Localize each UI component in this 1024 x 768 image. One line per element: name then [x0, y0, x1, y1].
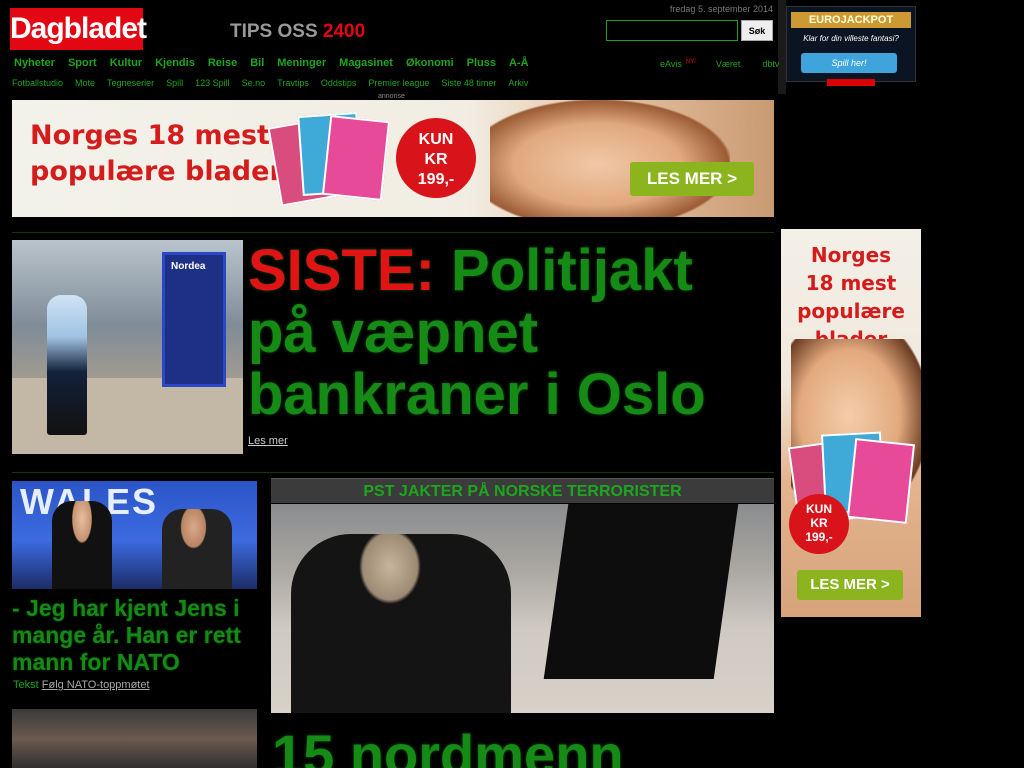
nav-vaeret[interactable]: Været [716, 59, 741, 69]
tips-number: 2400 [322, 21, 366, 42]
nav-item-okonomi[interactable]: Økonomi [406, 57, 454, 69]
masked-man [291, 534, 511, 713]
search-input[interactable] [606, 20, 738, 41]
eavis-badge: NY! [685, 59, 696, 65]
search-button[interactable]: Søk [741, 20, 773, 41]
eurojackpot-ad[interactable]: EUROJACKPOT Klar for din villeste fantas… [786, 6, 916, 82]
annonse-label: annonse [378, 93, 405, 100]
magazine-banner-ad[interactable]: Norges 18 mest populære blader KUN KR 19… [12, 100, 774, 217]
subnav-se-no[interactable]: Se.no [242, 78, 266, 88]
terrorist-image[interactable] [271, 504, 774, 713]
ad-line-2: populære blader [30, 156, 283, 187]
subnav-123-spill[interactable]: 123 Spill [195, 78, 230, 88]
nav-eavis[interactable]: eAvis [660, 59, 682, 69]
nav-item-kjendis[interactable]: Kjendis [155, 57, 195, 69]
black-flag [543, 504, 739, 679]
protest-image[interactable] [12, 709, 257, 768]
pst-title-bar[interactable]: PST JAKTER PÅ NORSKE TERRORISTER [271, 478, 774, 503]
police-officer [47, 295, 87, 435]
nav-item-pluss[interactable]: Pluss [467, 57, 496, 69]
side-price-badge: KUN KR 199,- [789, 494, 849, 554]
sub-nav: Fotballstudio Mote Tegneserier Spill 123… [12, 78, 528, 88]
les-mer-button[interactable]: LES MER > [630, 162, 754, 196]
dagbladet-logo[interactable]: Dagbladet [10, 8, 147, 50]
nav-item-meninger[interactable]: Meninger [277, 57, 326, 69]
divider [778, 0, 786, 94]
nato-caption: Tekst Følg NATO-toppmøtet [13, 679, 150, 691]
subnav-travtips[interactable]: Travtips [277, 78, 309, 88]
caption-prefix: Tekst [13, 679, 39, 691]
page: Dagbladet TIPS OSS 2400 fredag 5. septem… [0, 0, 1024, 768]
eurojackpot-logo: EUROJACKPOT [791, 12, 911, 28]
eurojackpot-tagline: Klar for din villeste fantasi? [803, 34, 899, 43]
spill-her-button[interactable]: Spill her! [801, 53, 897, 73]
price-badge: KUN KR 199,- [396, 118, 476, 198]
nav-item-nyheter[interactable]: Nyheter [14, 57, 55, 69]
separator [12, 472, 774, 473]
person-left [52, 501, 112, 589]
siste-label: SISTE: [248, 238, 435, 303]
bank-door: Nordea [162, 252, 226, 387]
nav-item-sport[interactable]: Sport [68, 57, 97, 69]
magazines-image [267, 108, 404, 208]
subnav-arkiv[interactable]: Arkiv [508, 78, 528, 88]
subnav-spill[interactable]: Spill [166, 78, 183, 88]
woman-image [490, 100, 730, 217]
les-mer-link[interactable]: Les mer [248, 435, 288, 447]
nordea-sign: Nordea [171, 261, 206, 272]
bank-robbery-image[interactable]: Nordea [12, 240, 243, 454]
nav-item-bil[interactable]: Bil [250, 57, 264, 69]
main-headline[interactable]: SISTE: Politijakt på væpnet bankraner i … [248, 240, 768, 426]
side-ad-text: Norges 18 mest populære blader [797, 243, 905, 351]
subnav-mote[interactable]: Mote [75, 78, 95, 88]
tips-label: TIPS OSS [230, 21, 318, 42]
nav-item-a-a[interactable]: A-Å [509, 57, 529, 69]
nato-image[interactable]: WALES [12, 481, 257, 589]
folg-nato-link[interactable]: Følg NATO-toppmøtet [42, 679, 150, 691]
ad-red-strip [827, 79, 875, 86]
side-les-mer-button[interactable]: LES MER > [797, 570, 903, 600]
tips-oss[interactable]: TIPS OSS 2400 [230, 21, 365, 43]
subnav-tegneserier[interactable]: Tegneserier [107, 78, 154, 88]
subnav-premier-league[interactable]: Premier league [368, 78, 429, 88]
subnav-siste-48-timer[interactable]: Siste 48 timer [441, 78, 496, 88]
nav-dbtv[interactable]: dbtv [762, 59, 779, 69]
subnav-fotballstudio[interactable]: Fotballstudio [12, 78, 63, 88]
date-text: fredag 5. september 2014 [669, 4, 773, 14]
right-nav: eAvis NY! Været dbtv [660, 59, 801, 69]
person-right [162, 509, 232, 589]
nato-headline[interactable]: - Jeg har kjent Jens i mange år. Han er … [12, 595, 258, 676]
main-nav: Nyheter Sport Kultur Kjendis Reise Bil M… [14, 57, 529, 69]
ad-line-1: Norges 18 mest [30, 120, 270, 151]
subnav-oddstips[interactable]: Oddstips [321, 78, 357, 88]
nav-item-magasinet[interactable]: Magasinet [339, 57, 393, 69]
magazine-side-ad[interactable]: Norges 18 mest populære blader KUN KR 19… [781, 229, 921, 617]
nav-item-reise[interactable]: Reise [208, 57, 237, 69]
nav-item-kultur[interactable]: Kultur [110, 57, 142, 69]
separator [12, 232, 774, 233]
pst-headline[interactable]: 15 nordmenn [272, 722, 624, 768]
